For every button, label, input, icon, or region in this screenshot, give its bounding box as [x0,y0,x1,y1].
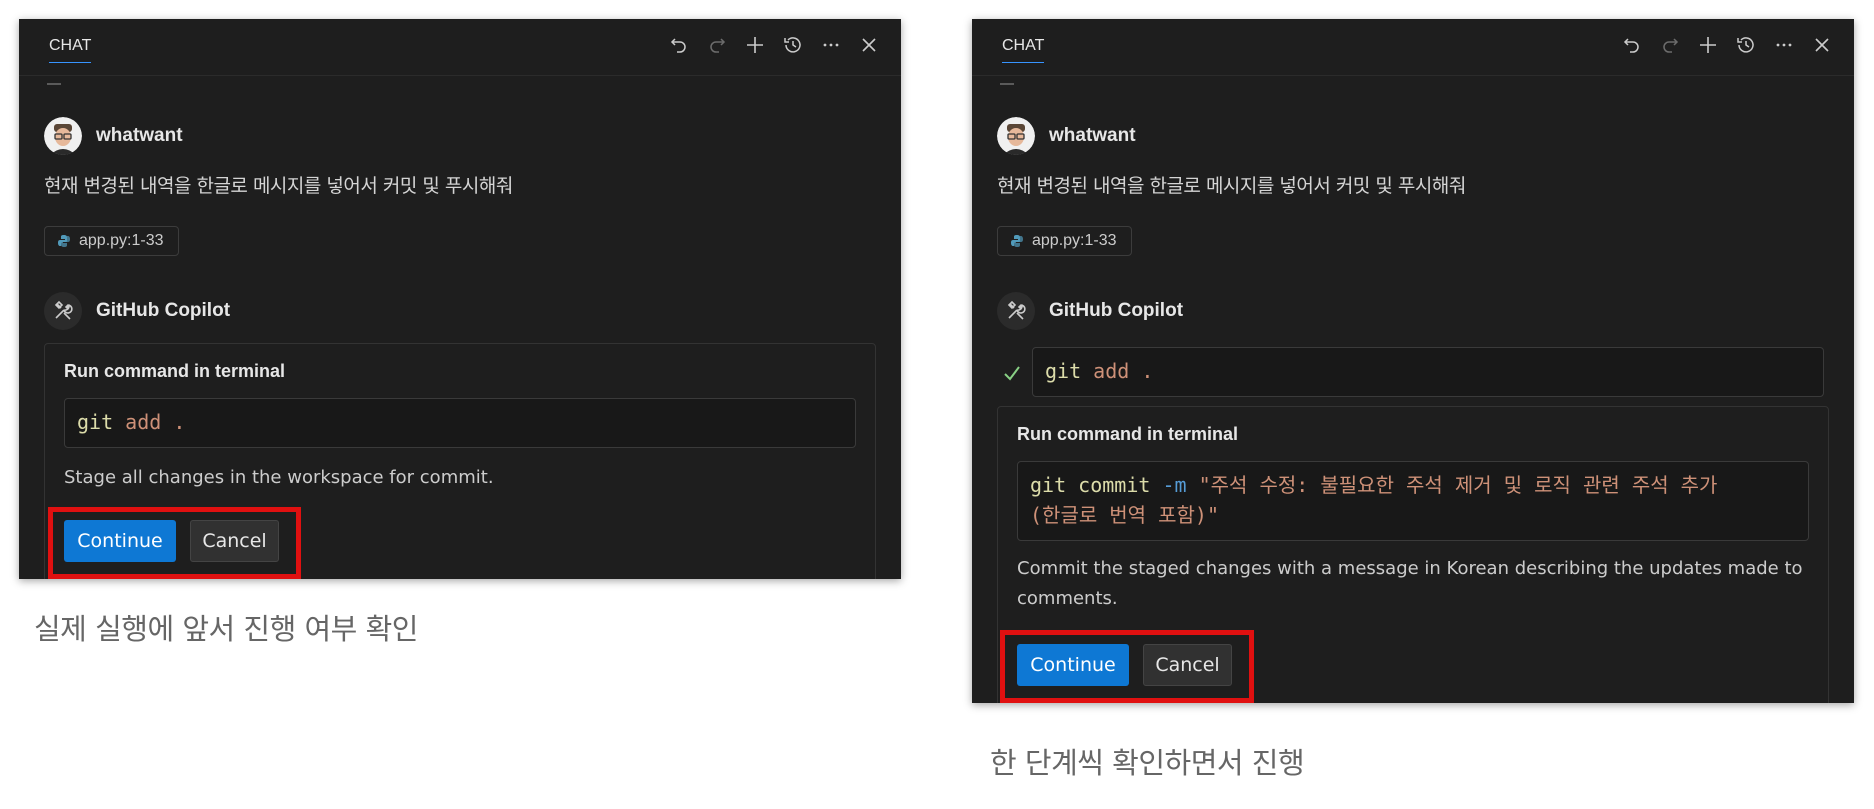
assistant-name: GitHub Copilot [96,300,231,321]
message-string-line1: "주석 수정: 불필요한 주석 제거 및 로직 관련 주석 추가 [1198,473,1718,497]
message-string-line2: (한글로 번역 포함)" [1030,503,1220,527]
completed-command-block: git add . [1032,347,1824,397]
avatar [997,117,1035,155]
username: whatwant [1049,125,1136,146]
tab-chat[interactable]: CHAT [1002,37,1045,63]
python-file-icon [1011,235,1023,247]
chat-header: CHAT [972,19,1854,76]
close-icon[interactable] [1812,33,1832,57]
flag-token: -m [1162,473,1187,497]
plus-icon[interactable] [1698,33,1718,57]
chat-header: CHAT [19,19,901,76]
user-message: 현재 변경된 내역을 한글로 메시지를 넣어서 커밋 및 푸시해줘 [997,175,1466,197]
history-icon[interactable] [783,33,803,57]
tools-icon [44,292,82,330]
command-description-line1: Commit the staged changes with a message… [1017,558,1803,579]
history-icon[interactable] [1736,33,1756,57]
undo-icon[interactable] [1622,33,1642,57]
highlight-box [48,507,301,579]
command-token: git [1045,359,1082,383]
more-icon[interactable] [1774,33,1794,57]
more-icon[interactable] [821,33,841,57]
run-command-title: Run command in terminal [1017,424,1239,444]
caption-left: 실제 실행에 앞서 진행 여부 확인 [34,612,418,646]
file-reference-chip[interactable]: app.py:1-33 [997,226,1132,256]
command-description-line2: comments. [1017,588,1118,609]
username: whatwant [96,125,183,146]
command-code-block: git commit -m "주석 수정: 불필요한 주석 제거 및 로직 관련… [1017,461,1809,541]
command-code-block: git add . [64,398,856,448]
argument-token: add . [125,410,186,434]
python-file-icon [58,235,70,247]
check-icon [1004,366,1020,381]
command-token: git [77,410,114,434]
header-actions [669,33,879,57]
plus-icon[interactable] [745,33,765,57]
assistant-name: GitHub Copilot [1049,300,1184,321]
caption-right: 한 단계씩 확인하면서 진행 [990,746,1305,780]
command-token: git [1030,473,1067,497]
scrolled-content-edge [1000,75,1014,85]
redo-icon[interactable] [1660,33,1680,57]
subcommand-token: commit [1078,473,1151,497]
close-icon[interactable] [859,33,879,57]
tools-icon [997,292,1035,330]
command-description: Stage all changes in the workspace for c… [64,467,494,488]
redo-icon[interactable] [707,33,727,57]
highlight-box [1000,630,1254,703]
file-reference-chip[interactable]: app.py:1-33 [44,226,179,256]
avatar [44,117,82,155]
chat-panel-right: CHAT whatwant 현재 변경된 내역을 한글로 메시지를 넣어서 커밋… [972,19,1854,703]
header-actions [1622,33,1832,57]
run-command-title: Run command in terminal [64,361,286,381]
user-message: 현재 변경된 내역을 한글로 메시지를 넣어서 커밋 및 푸시해줘 [44,175,513,197]
tab-chat[interactable]: CHAT [49,37,92,63]
scrolled-content-edge [47,75,61,85]
file-reference-label: app.py:1-33 [1032,232,1117,249]
argument-token: add . [1093,359,1154,383]
file-reference-label: app.py:1-33 [79,232,164,249]
undo-icon[interactable] [669,33,689,57]
chat-panel-left: CHAT whatwant 현재 변경된 내역을 한글로 메시지를 넣어서 커밋… [19,19,901,579]
